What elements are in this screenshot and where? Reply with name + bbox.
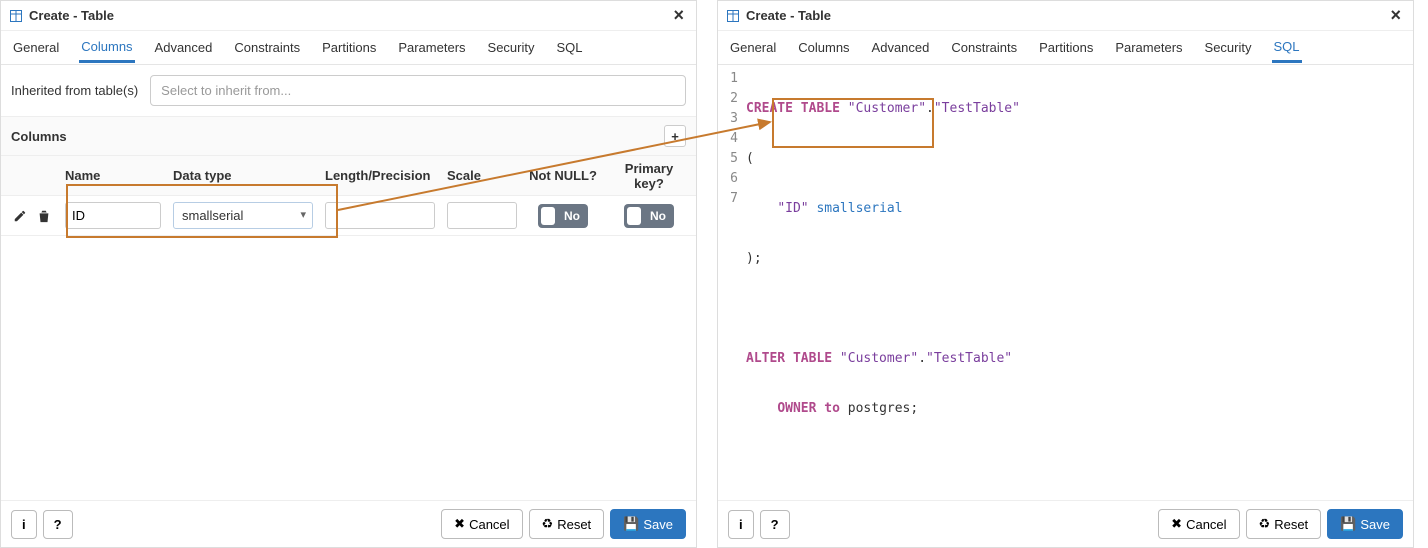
info-button[interactable]: i bbox=[11, 510, 37, 539]
inherit-select[interactable]: Select to inherit from... bbox=[150, 75, 686, 106]
header-primarykey: Primary key? bbox=[603, 157, 695, 195]
notnull-toggle[interactable]: No bbox=[538, 204, 588, 228]
tabs: General Columns Advanced Constraints Par… bbox=[718, 31, 1413, 65]
tab-general[interactable]: General bbox=[11, 34, 61, 61]
column-datatype-select[interactable]: smallserial bbox=[173, 202, 313, 229]
dialog-footer: i ? ✖Cancel ♻Reset 💾Save bbox=[1, 500, 696, 547]
save-button[interactable]: 💾Save bbox=[1327, 509, 1403, 539]
save-icon: 💾 bbox=[623, 516, 639, 532]
create-table-panel-columns: Create - Table × General Columns Advance… bbox=[0, 0, 697, 548]
dialog-title: Create - Table bbox=[29, 8, 114, 23]
titlebar: Create - Table × bbox=[718, 1, 1413, 31]
save-button[interactable]: 💾Save bbox=[610, 509, 686, 539]
table-icon bbox=[726, 9, 740, 23]
tab-parameters[interactable]: Parameters bbox=[396, 34, 467, 61]
tab-general[interactable]: General bbox=[728, 34, 778, 61]
help-button[interactable]: ? bbox=[760, 510, 790, 539]
tab-partitions[interactable]: Partitions bbox=[1037, 34, 1095, 61]
edit-row-icon[interactable] bbox=[11, 207, 29, 225]
primarykey-toggle[interactable]: No bbox=[624, 204, 674, 228]
tab-advanced[interactable]: Advanced bbox=[153, 34, 215, 61]
cancel-button[interactable]: ✖Cancel bbox=[441, 509, 522, 539]
column-row: smallserial No No bbox=[1, 196, 696, 236]
tab-constraints[interactable]: Constraints bbox=[949, 34, 1019, 61]
table-icon bbox=[9, 9, 23, 23]
header-length: Length/Precision bbox=[319, 164, 441, 187]
recycle-icon: ♻ bbox=[542, 516, 554, 532]
header-datatype: Data type bbox=[167, 164, 319, 187]
tabs: General Columns Advanced Constraints Par… bbox=[1, 31, 696, 65]
delete-row-icon[interactable] bbox=[35, 207, 53, 225]
info-button[interactable]: i bbox=[728, 510, 754, 539]
column-length-input[interactable] bbox=[325, 202, 435, 229]
columns-section-title: Columns bbox=[11, 129, 67, 144]
inherited-from-row: Inherited from table(s) Select to inheri… bbox=[1, 65, 696, 117]
tab-partitions[interactable]: Partitions bbox=[320, 34, 378, 61]
column-scale-input[interactable] bbox=[447, 202, 517, 229]
column-name-input[interactable] bbox=[65, 202, 161, 229]
tab-security[interactable]: Security bbox=[1203, 34, 1254, 61]
save-icon: 💾 bbox=[1340, 516, 1356, 532]
reset-button[interactable]: ♻Reset bbox=[1246, 509, 1322, 539]
tab-columns[interactable]: Columns bbox=[79, 33, 134, 63]
columns-grid-header: Name Data type Length/Precision Scale No… bbox=[1, 156, 696, 196]
create-table-panel-sql: Create - Table × General Columns Advance… bbox=[717, 0, 1414, 548]
recycle-icon: ♻ bbox=[1259, 516, 1271, 532]
x-icon: ✖ bbox=[1171, 516, 1182, 532]
sql-editor[interactable]: 1 2 3 4 5 6 7 CREATE TABLE "Customer"."T… bbox=[718, 65, 1413, 500]
tab-sql[interactable]: SQL bbox=[1272, 33, 1302, 63]
columns-section-header: Columns + bbox=[1, 117, 696, 156]
tab-constraints[interactable]: Constraints bbox=[232, 34, 302, 61]
tab-sql[interactable]: SQL bbox=[555, 34, 585, 61]
dialog-footer: i ? ✖Cancel ♻Reset 💾Save bbox=[718, 500, 1413, 547]
tab-parameters[interactable]: Parameters bbox=[1113, 34, 1184, 61]
titlebar: Create - Table × bbox=[1, 1, 696, 31]
add-column-button[interactable]: + bbox=[664, 125, 686, 147]
tab-security[interactable]: Security bbox=[486, 34, 537, 61]
tab-advanced[interactable]: Advanced bbox=[870, 34, 932, 61]
cancel-button[interactable]: ✖Cancel bbox=[1158, 509, 1239, 539]
close-icon[interactable]: × bbox=[1386, 5, 1405, 26]
header-name: Name bbox=[59, 164, 167, 187]
header-scale: Scale bbox=[441, 164, 523, 187]
x-icon: ✖ bbox=[454, 516, 465, 532]
sql-code: CREATE TABLE "Customer"."TestTable" ( "I… bbox=[746, 69, 1413, 496]
reset-button[interactable]: ♻Reset bbox=[529, 509, 605, 539]
header-notnull: Not NULL? bbox=[523, 164, 603, 187]
help-button[interactable]: ? bbox=[43, 510, 73, 539]
tab-columns[interactable]: Columns bbox=[796, 34, 851, 61]
line-gutter: 1 2 3 4 5 6 7 bbox=[718, 69, 746, 496]
dialog-title: Create - Table bbox=[746, 8, 831, 23]
inherited-label: Inherited from table(s) bbox=[11, 83, 138, 98]
close-icon[interactable]: × bbox=[669, 5, 688, 26]
